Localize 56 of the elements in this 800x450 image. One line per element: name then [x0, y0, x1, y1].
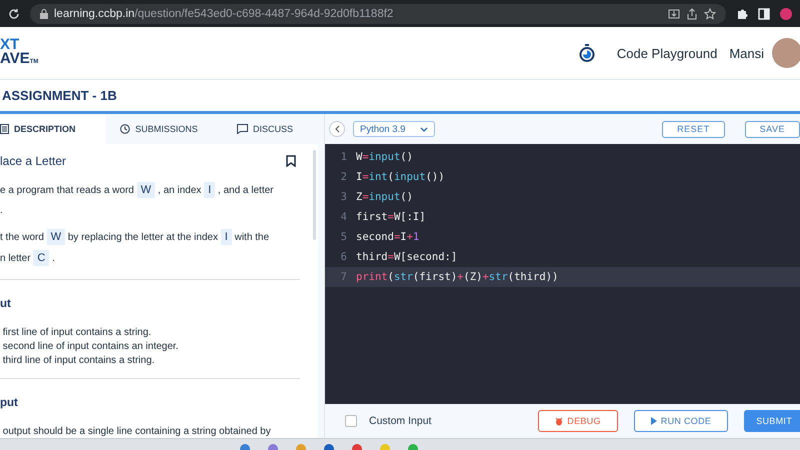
- bug-icon: [555, 416, 564, 426]
- stopwatch-icon[interactable]: [578, 44, 595, 62]
- user-name: Mansi: [729, 46, 764, 60]
- puzzle-icon[interactable]: [736, 8, 748, 20]
- app-icon[interactable]: [324, 444, 334, 450]
- chat-icon: [236, 124, 248, 134]
- chevron-left-icon: [334, 125, 340, 133]
- description-text: .: [0, 204, 4, 218]
- question-title: lace a Letter: [0, 154, 66, 168]
- chevron-down-icon: [420, 126, 428, 132]
- assignment-title: ASSIGNMENT - 1B: [2, 88, 117, 103]
- collapse-button[interactable]: [329, 121, 345, 137]
- section-heading: put: [0, 397, 19, 409]
- panel-tab[interactable]: DESCRIPTION: [0, 114, 106, 144]
- url-text: learning.ccbp.in/question/fe543ed0-c698-4487-964d-92d0fb1188f2: [54, 8, 394, 20]
- scrollbar[interactable]: [313, 150, 316, 240]
- share-icon[interactable]: [686, 8, 698, 20]
- star-icon[interactable]: [704, 8, 716, 20]
- side-panel-icon[interactable]: [758, 8, 770, 20]
- code-line: 2 I=int(input()): [340, 170, 446, 185]
- avatar[interactable]: [772, 38, 800, 68]
- app-icon[interactable]: [352, 444, 362, 450]
- play-icon: [650, 417, 657, 425]
- bookmark-icon[interactable]: [286, 155, 296, 167]
- language-dropdown[interactable]: Python 3.9: [353, 121, 435, 137]
- toolbar-button[interactable]: SAVE: [744, 120, 800, 138]
- document-icon: [0, 124, 9, 134]
- reload-icon[interactable]: [8, 8, 20, 20]
- panel-tab[interactable]: SUBMISSIONS: [106, 114, 212, 144]
- app-icon[interactable]: [268, 444, 278, 450]
- description-text: third line of input contains a string.: [2, 354, 156, 368]
- address-bar[interactable]: learning.ccbp.in/question/fe543ed0-c698-4487-964d-92d0fb1188f2: [30, 4, 726, 24]
- clock-icon: [120, 124, 130, 134]
- section-heading: ut: [0, 298, 12, 310]
- description-text: second line of input contains an integer.: [2, 340, 180, 354]
- checkbox[interactable]: [345, 415, 357, 427]
- code-editor[interactable]: 1 W=input() 2 I=int(input()) 3 Z=input() 4 first=W[:I] 5 second=I+1 6 third=W[second:] 7 print(str(first)+(Z)+str(third)): [325, 144, 800, 404]
- run-button[interactable]: RUN CODE: [634, 410, 728, 432]
- description-text: first line of input contains a string.: [2, 326, 152, 340]
- description-text: output should be a single line containing a string obtained by: [2, 425, 272, 438]
- code-playground-link[interactable]: Code Playground: [616, 46, 718, 60]
- description-text: e a program that reads a word W , an index I , and a letter: [0, 181, 274, 200]
- code-line: 3 Z=input(): [340, 190, 414, 205]
- lock-icon: [40, 8, 48, 18]
- description-text: t the word W by replacing the letter at the index I with the: [0, 228, 270, 247]
- code-line: 6 third=W[second:]: [340, 250, 458, 265]
- profile-icon[interactable]: [780, 8, 792, 20]
- panel-tab[interactable]: DISCUSS: [212, 114, 318, 144]
- install-icon[interactable]: [668, 8, 680, 20]
- custom-input-label: Custom Input: [369, 415, 432, 427]
- toolbar-button[interactable]: RESET: [662, 120, 725, 138]
- description-text: n letter C .: [0, 249, 56, 268]
- code-line: 1 W=input(): [340, 150, 414, 165]
- code-line: 4 first=W[:I]: [340, 210, 427, 225]
- code-line: 5 second=I+1: [340, 230, 420, 245]
- app-icon[interactable]: [240, 444, 250, 450]
